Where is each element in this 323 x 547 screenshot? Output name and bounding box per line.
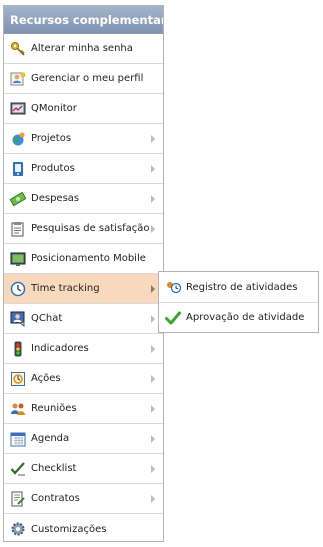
menu-item-meetings[interactable]: Reuniões [4,394,163,424]
calendar-icon [10,431,26,447]
menu-item-indicators[interactable]: Indicadores [4,334,163,364]
chevron-right-icon [151,224,155,233]
activity-log-icon [165,279,181,295]
chevron-right-icon [151,434,155,443]
menu-item-label: Agenda [31,433,70,444]
complementary-resources-menu: Recursos complementares Alterar minha se… [3,5,164,542]
menu-item-contracts[interactable]: Contratos [4,484,163,514]
menu-item-label: Despesas [31,193,80,204]
menu-item-label: Time tracking [31,283,100,294]
meeting-icon [10,401,26,417]
chevron-right-icon [151,374,155,383]
chevron-right-icon [151,314,155,323]
chevron-right-icon [151,134,155,143]
menu-item-label: Reuniões [31,403,77,414]
chevron-right-icon [151,284,155,293]
traffic-light-icon [10,341,26,357]
menu-item-label: Indicadores [31,343,89,354]
check-icon [165,310,181,326]
menu-item-label: Posicionamento Mobile [31,253,146,264]
key-icon [10,41,26,57]
clock-icon [10,281,26,297]
menu-item-products[interactable]: Produtos [4,154,163,184]
chevron-right-icon [151,404,155,413]
menu-item-label: Checklist [31,463,77,474]
menu-item-actions[interactable]: Ações [4,364,163,394]
menu-item-label: Ações [31,373,61,384]
money-icon [10,191,26,207]
menu-item-label: Pesquisas de satisfação [31,223,150,234]
menu-item-label: QChat [31,313,63,324]
menu-item-label: Projetos [31,133,72,144]
menu-item-time-tracking[interactable]: Time tracking [4,274,163,304]
menu-item-customizations[interactable]: Customizações [4,514,163,544]
chevron-right-icon [151,464,155,473]
projects-icon [10,131,26,147]
menu-item-label: Gerenciar o meu perfil [31,73,144,84]
monitor-chart-icon [10,101,26,117]
user-profile-icon [10,71,26,87]
menu-item-projects[interactable]: Projetos [4,124,163,154]
menu-item-mobile-positioning[interactable]: Posicionamento Mobile [4,244,163,274]
checklist-icon [10,461,26,477]
chevron-right-icon [151,344,155,353]
mobile-screen-icon [10,251,26,267]
submenu-item-label: Aprovação de atividade [186,312,305,323]
actions-icon [10,371,26,387]
menu-item-qchat[interactable]: QChat [4,304,163,334]
menu-item-label: QMonitor [31,103,77,114]
menu-title: Recursos complementares [4,6,163,34]
menu-item-qmonitor[interactable]: QMonitor [4,94,163,124]
gear-icon [10,521,26,537]
chat-icon [10,311,26,327]
submenu-item-activity-approval[interactable]: Aprovação de atividade [159,302,318,332]
menu-item-satisfaction-surveys[interactable]: Pesquisas de satisfação [4,214,163,244]
menu-item-label: Alterar minha senha [31,43,133,54]
menu-item-checklist[interactable]: Checklist [4,454,163,484]
menu-item-agenda[interactable]: Agenda [4,424,163,454]
menu-item-label: Customizações [31,523,107,535]
time-tracking-submenu: Registro de atividades Aprovação de ativ… [158,271,319,333]
menu-item-label: Produtos [31,163,75,174]
survey-icon [10,221,26,237]
menu-item-expenses[interactable]: Despesas [4,184,163,214]
products-icon [10,161,26,177]
menu-item-change-password[interactable]: Alterar minha senha [4,34,163,64]
submenu-item-activity-log[interactable]: Registro de atividades [159,272,318,302]
menu-item-label: Contratos [31,493,80,504]
chevron-right-icon [151,194,155,203]
menu-item-manage-profile[interactable]: Gerenciar o meu perfil [4,64,163,94]
submenu-item-label: Registro de atividades [186,281,298,293]
chevron-right-icon [151,164,155,173]
contract-icon [10,491,26,507]
chevron-right-icon [151,494,155,503]
